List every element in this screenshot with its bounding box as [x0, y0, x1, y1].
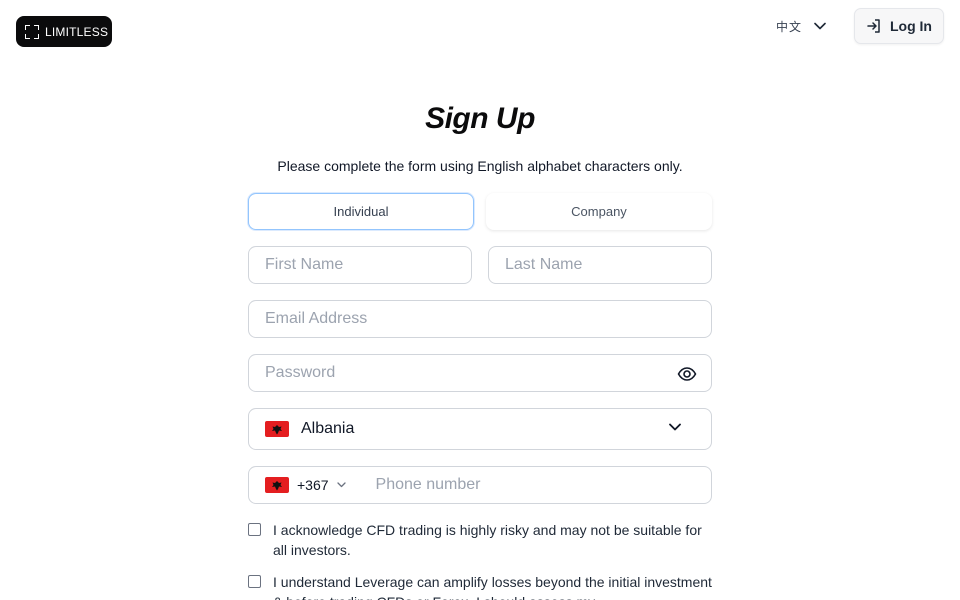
first-name-input[interactable]: [265, 247, 471, 283]
brand-logo[interactable]: LIMITLESS: [16, 16, 112, 47]
dial-code-value: +367: [297, 477, 329, 493]
login-icon: [867, 19, 880, 33]
chevron-down-icon: [814, 22, 826, 30]
phone-input[interactable]: [375, 467, 676, 503]
leverage-acknowledgement-checkbox[interactable]: [248, 575, 261, 588]
logo-mark-icon: [24, 24, 40, 40]
login-label: Log In: [890, 18, 932, 34]
chevron-down-icon: [669, 423, 681, 431]
logo-text: LIMITLESS: [45, 24, 109, 39]
login-button[interactable]: Log In: [854, 8, 944, 44]
chevron-down-icon: [336, 482, 346, 488]
tab-company[interactable]: Company: [486, 193, 712, 230]
risk-acknowledgement-checkbox[interactable]: [248, 523, 261, 536]
email-field[interactable]: [248, 300, 712, 338]
albania-flag-icon: [265, 477, 289, 493]
language-label: 中文: [776, 19, 803, 34]
show-password-icon[interactable]: [677, 364, 697, 384]
tab-individual[interactable]: Individual: [248, 193, 474, 230]
risk-acknowledgement-row: I acknowledge CFD trading is highly risk…: [248, 520, 712, 560]
country-value: Albania: [301, 420, 355, 437]
dial-code-select[interactable]: +367: [265, 477, 346, 493]
password-field[interactable]: [248, 354, 712, 392]
albania-flag-icon: [265, 421, 289, 437]
leverage-acknowledgement-row: I understand Leverage can amplify losses…: [248, 572, 712, 600]
phone-field[interactable]: +367: [248, 466, 712, 504]
password-input[interactable]: [265, 355, 663, 391]
last-name-field[interactable]: [488, 246, 712, 284]
form-instructions: Please complete the form using English a…: [277, 158, 683, 174]
leverage-acknowledgement-text: I understand Leverage can amplify losses…: [273, 574, 712, 600]
country-select[interactable]: Albania: [248, 408, 712, 450]
language-selector[interactable]: 中文: [776, 16, 826, 36]
email-input[interactable]: [265, 301, 711, 337]
last-name-input[interactable]: [505, 247, 711, 283]
page-title: Sign Up: [425, 102, 535, 135]
first-name-field[interactable]: [248, 246, 472, 284]
risk-acknowledgement-text: I acknowledge CFD trading is highly risk…: [273, 522, 702, 558]
